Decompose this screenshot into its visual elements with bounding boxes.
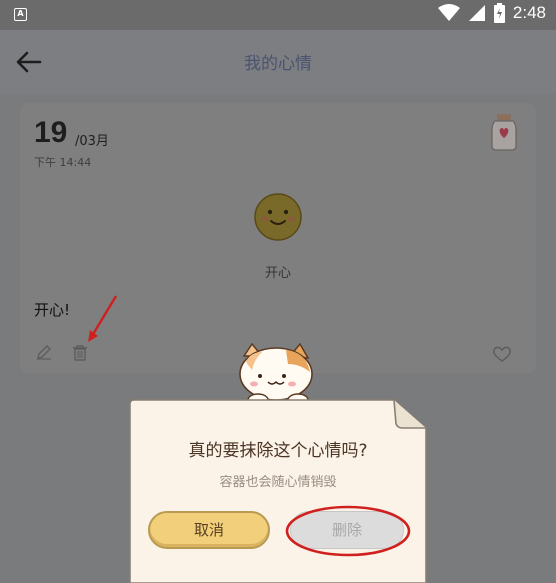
heart-icon[interactable] bbox=[492, 345, 512, 363]
annotation-ellipse bbox=[285, 505, 411, 557]
annotation-arrow-icon bbox=[88, 295, 118, 342]
battery-icon bbox=[493, 3, 505, 23]
clock: 2:48 bbox=[512, 3, 546, 22]
app-badge-icon: A bbox=[14, 8, 27, 21]
trash-icon[interactable] bbox=[72, 344, 88, 362]
dialog-subtitle: 容器也会随心情销毁 bbox=[219, 475, 337, 490]
entry-time: 下午 14:44 bbox=[34, 156, 92, 169]
edit-icon[interactable] bbox=[36, 344, 52, 360]
jar-icon bbox=[491, 114, 517, 151]
entry-month: /03月 bbox=[75, 134, 109, 149]
smile-face-icon bbox=[254, 193, 302, 241]
mood-label: 开心 bbox=[264, 266, 291, 281]
entry-note: 开心! bbox=[34, 301, 71, 319]
wifi-icon bbox=[437, 4, 460, 21]
cancel-button[interactable]: 取消 bbox=[148, 511, 270, 549]
page-title: 我的心情 bbox=[244, 54, 312, 74]
dialog-title: 真的要抹除这个心情吗? bbox=[188, 441, 368, 461]
app-bar: 我的心情 bbox=[0, 30, 556, 94]
cat-mascot-icon bbox=[239, 342, 313, 406]
status-bar: A 2:48 bbox=[0, 0, 556, 30]
status-icons: 2:48 bbox=[437, 3, 546, 23]
entry-day: 19 bbox=[34, 116, 68, 149]
signal-icon bbox=[468, 5, 485, 21]
